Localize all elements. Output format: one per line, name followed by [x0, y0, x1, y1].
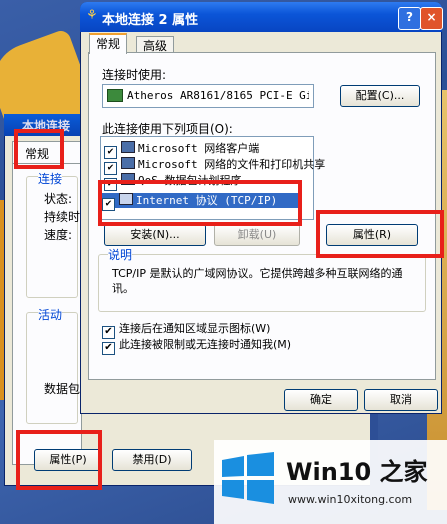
annotation-box — [98, 180, 302, 226]
notify-checkbox[interactable]: ✔ — [102, 342, 115, 355]
dialog-title: 本地连接 2 属性 — [102, 13, 199, 28]
list-item[interactable]: ✔ Microsoft 网络的文件和打印机共享 — [104, 157, 326, 175]
annotation-box — [16, 430, 102, 490]
tab-general[interactable]: 常规 — [89, 33, 128, 54]
ok-button[interactable]: 确定 — [284, 389, 358, 411]
items-label: 此连接使用下列项目(O): — [102, 122, 233, 136]
annotation-box — [316, 210, 444, 258]
notify-label: 此连接被限制或无连接时通知我(M) — [119, 338, 292, 351]
install-button[interactable]: 安装(N)... — [104, 224, 206, 246]
duration-label: 持续时 — [44, 210, 81, 224]
show-icon-label: 连接后在通知区域显示图标(W) — [119, 322, 271, 335]
notify-option[interactable]: ✔ 此连接被限制或无连接时通知我(M) — [102, 336, 291, 355]
connection-group-label: 连接 — [38, 170, 63, 187]
speed-label: 速度: — [44, 228, 73, 242]
connect-using-label: 连接时使用: — [102, 68, 167, 82]
activity-group — [26, 312, 78, 424]
cancel-button[interactable]: 取消 — [364, 389, 438, 411]
help-button[interactable]: ? — [398, 7, 421, 30]
adapter-name: Atheros AR8161/8165 PCI-E Gig — [127, 89, 309, 102]
configure-button[interactable]: 配置(C)... — [340, 85, 420, 107]
adapter-box: Atheros AR8161/8165 PCI-E Gig — [102, 84, 314, 108]
description-text: TCP/IP 是默认的广域网协议。它提供跨越多种互联网络的通讯。 — [112, 267, 403, 295]
close-icon: × — [426, 10, 437, 24]
list-item-label: Microsoft 网络客户端 — [138, 142, 260, 155]
list-item-label: Microsoft 网络的文件和打印机共享 — [138, 158, 326, 171]
activity-group-label: 活动 — [38, 306, 63, 323]
list-item[interactable]: ✔ Microsoft 网络客户端 — [104, 141, 260, 159]
description-title: 说明 — [108, 246, 133, 263]
network-connection-icon: ⚘ — [86, 8, 98, 23]
watermark-brand: Win10 之家 — [286, 458, 428, 486]
network-client-icon — [121, 141, 135, 153]
help-icon: ? — [406, 10, 413, 24]
status-label: 状态: — [44, 192, 73, 206]
packets-label: 数据包 — [44, 382, 81, 396]
file-printer-share-icon — [121, 157, 135, 169]
windows-logo-icon — [218, 452, 278, 504]
close-button[interactable]: × — [420, 7, 443, 30]
watermark-url: www.win10xitong.com — [288, 493, 413, 506]
disable-button[interactable]: 禁用(D) — [112, 449, 192, 471]
annotation-box — [14, 129, 64, 169]
uninstall-button[interactable]: 卸载(U) — [214, 224, 300, 246]
network-adapter-icon — [107, 89, 123, 102]
tab-advanced[interactable]: 高级 — [136, 36, 175, 53]
